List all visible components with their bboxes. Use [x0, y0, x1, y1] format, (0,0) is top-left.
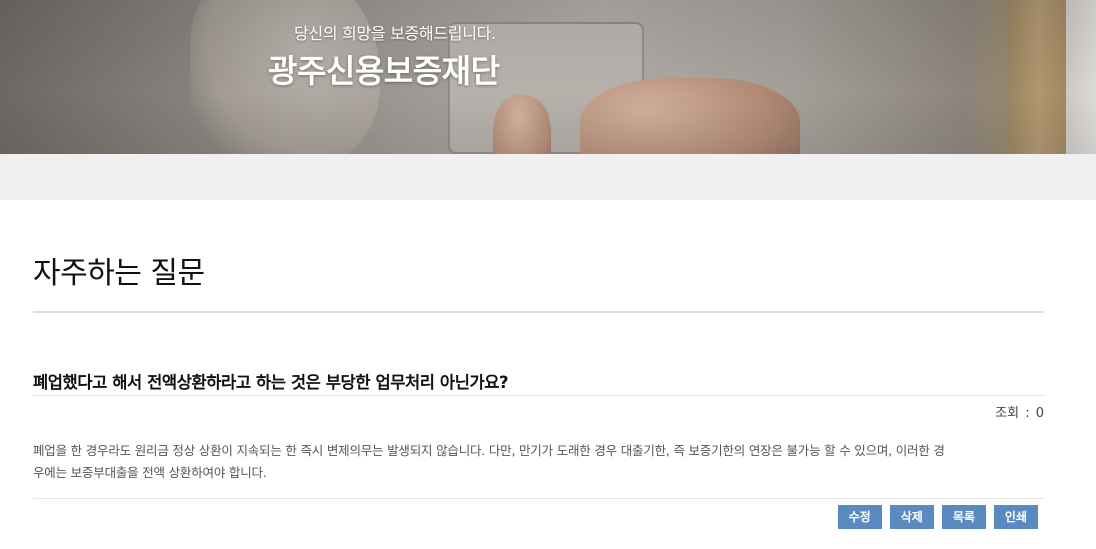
sub-nav-band [0, 154, 1096, 200]
view-count: 조회 : 0 [995, 402, 1044, 421]
delete-button[interactable]: 삭제 [889, 505, 934, 529]
main-content: 자주하는 질문 폐업했다고 해서 전액상환하라고 하는 것은 부당한 업무처리 … [0, 200, 1096, 549]
action-buttons: 수정 삭제 목록 인쇄 [837, 505, 1038, 529]
hero-title: 광주신용보증재단 [268, 52, 500, 90]
view-count-label: 조회 [995, 406, 1020, 421]
faq-answer: 폐업을 한 경우라도 원리금 정상 상환이 지속되는 한 즉시 변제의무는 발생… [33, 440, 1049, 484]
answer-divider [33, 498, 1044, 499]
faq-question: 폐업했다고 해서 전액상환하라고 하는 것은 부당한 업무처리 아닌가요? [33, 373, 509, 392]
page-title: 자주하는 질문 [33, 256, 205, 291]
list-button[interactable]: 목록 [941, 505, 986, 529]
question-divider [33, 395, 1044, 396]
faq-answer-line: 우에는 보증부대출을 전액 상환하여야 합니다. [33, 465, 267, 480]
hero-banner: 당신의 희망을 보증해드립니다. 광주신용보증재단 [0, 0, 1096, 154]
view-count-separator: : [1025, 406, 1030, 421]
print-button[interactable]: 인쇄 [993, 505, 1038, 529]
title-divider [33, 311, 1044, 313]
hero-subtitle: 당신의 희망을 보증해드립니다. [294, 24, 496, 43]
faq-answer-line: 폐업을 한 경우라도 원리금 정상 상환이 지속되는 한 즉시 변제의무는 발생… [33, 443, 945, 458]
view-count-value: 0 [1035, 406, 1044, 421]
edit-button[interactable]: 수정 [837, 505, 882, 529]
